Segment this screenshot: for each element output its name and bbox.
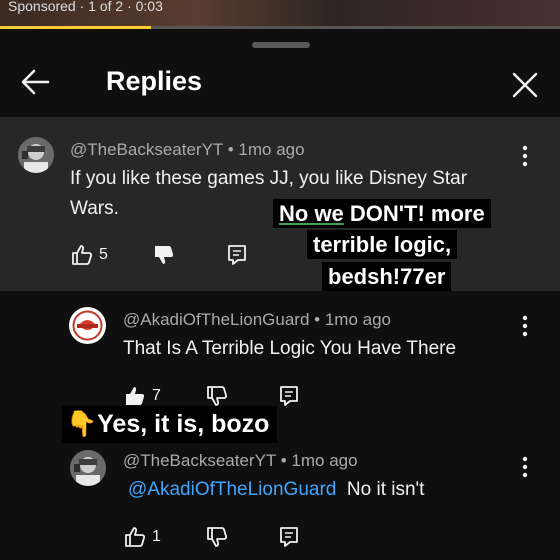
like-button[interactable] [123, 384, 147, 408]
overlay-caption-underlined: No we [279, 201, 344, 226]
arrow-left-icon [21, 69, 50, 95]
like-count: 1 [152, 528, 161, 545]
more-vert-icon [522, 456, 528, 478]
overlay-caption-part: Yes, it is, bozo [97, 410, 270, 438]
comment-author[interactable]: @AkadiOfTheLionGuard [123, 310, 309, 329]
dislike-button[interactable] [152, 243, 176, 267]
thumb-up-icon-filled [126, 387, 145, 405]
meta-separator: • [276, 451, 292, 470]
like-button[interactable] [123, 525, 147, 549]
thumb-down-icon [207, 386, 228, 406]
thumb-down-icon [207, 527, 228, 547]
like-button[interactable] [70, 243, 94, 267]
reply-button[interactable] [226, 243, 248, 267]
meta-separator: • [223, 140, 239, 159]
more-vert-icon [522, 315, 528, 337]
comment-meta: @TheBackseaterYT • 1mo ago [70, 140, 305, 160]
close-icon [512, 72, 538, 98]
video-progress-fill [0, 26, 151, 29]
comment-time: 1mo ago [291, 451, 358, 470]
more-options-button[interactable] [520, 144, 530, 168]
overlay-caption: No we DON'T! more [273, 199, 491, 229]
comment-author[interactable]: @TheBackseaterYT [70, 140, 223, 159]
comment-text-part: No it isn't [346, 479, 425, 500]
comment-meta: @TheBackseaterYT • 1mo ago [123, 451, 358, 471]
thumb-down-icon-filled [155, 246, 174, 264]
comment-text-line: Wars. [70, 198, 119, 219]
comment-text: That Is A Terrible Logic You Have There [123, 338, 457, 359]
reply-button[interactable] [278, 525, 300, 549]
drag-handle[interactable] [252, 42, 310, 48]
close-button[interactable] [508, 68, 542, 102]
back-button[interactable] [18, 64, 54, 100]
more-options-button[interactable] [520, 314, 530, 338]
overlay-caption: bedsh!77er [322, 262, 452, 292]
more-vert-icon [522, 145, 528, 167]
comment-icon [280, 386, 298, 406]
thumb-up-icon [125, 527, 146, 547]
dislike-button[interactable] [205, 525, 229, 549]
lion-guard-logo-icon [69, 307, 106, 344]
overlay-caption: terrible logic, [307, 230, 458, 260]
avatar-image [18, 137, 54, 173]
comment-icon [228, 245, 246, 265]
meta-separator: • [309, 310, 325, 329]
avatar[interactable] [18, 137, 54, 173]
comment-time: 1mo ago [238, 140, 305, 159]
avatar[interactable] [70, 450, 106, 486]
comment-icon [280, 527, 298, 547]
mention-link[interactable]: @AkadiOfTheLionGuard [128, 479, 336, 500]
page-title: Replies [106, 66, 203, 96]
dislike-button[interactable] [205, 384, 229, 408]
comment-time: 1mo ago [324, 310, 391, 329]
overlay-caption: 👇Yes, it is, bozo [62, 406, 278, 443]
avatar-image [70, 450, 106, 486]
comment-author[interactable]: @TheBackseaterYT [123, 451, 276, 470]
like-count: 7 [152, 387, 161, 404]
overlay-caption-part: DON'T! more [343, 201, 485, 226]
comment-text-line: If you like these games JJ, you like Dis… [70, 168, 468, 189]
comment-meta: @AkadiOfTheLionGuard • 1mo ago [123, 310, 391, 330]
comment-text: @AkadiOfTheLionGuard No it isn't [128, 479, 424, 501]
like-count: 5 [99, 246, 108, 263]
thumb-up-icon [72, 245, 93, 265]
avatar[interactable] [69, 307, 106, 344]
pointing-down-emoji: 👇 [66, 410, 98, 438]
more-options-button[interactable] [520, 455, 530, 479]
sponsor-label: Sponsored · 1 of 2 · 0:03 [8, 0, 163, 14]
reply-button[interactable] [278, 384, 300, 408]
